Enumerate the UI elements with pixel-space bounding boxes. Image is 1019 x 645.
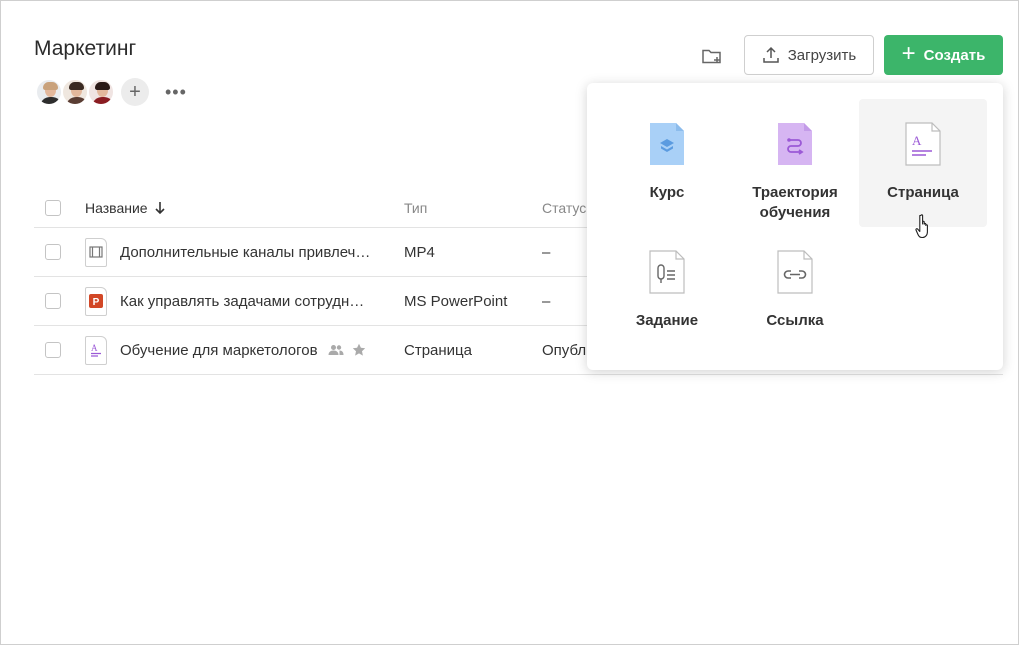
row-status: Опубл	[542, 341, 587, 359]
row-type: MP4	[404, 243, 435, 261]
avatar[interactable]	[87, 78, 115, 106]
column-type-header[interactable]: Тип	[404, 189, 427, 227]
row-name: Как управлять задачами сотрудн…	[120, 292, 365, 310]
star-icon[interactable]	[352, 343, 366, 357]
avatar[interactable]	[61, 78, 89, 106]
plus-icon: +	[901, 40, 916, 67]
avatar[interactable]	[35, 78, 63, 106]
row-name: Дополнительные каналы привлеч…	[120, 243, 371, 261]
page-file-icon: A	[85, 335, 107, 365]
upload-icon	[763, 46, 779, 63]
create-assignment-item[interactable]: Задание	[603, 227, 731, 355]
more-options-icon[interactable]: •••	[165, 82, 187, 103]
row-checkbox[interactable]	[45, 293, 61, 309]
learning-path-icon	[778, 123, 812, 165]
row-checkbox[interactable]	[45, 342, 61, 358]
row-status: –	[542, 243, 551, 261]
create-label: Создать	[923, 46, 986, 64]
svg-text:P: P	[93, 297, 100, 308]
link-icon	[777, 250, 813, 294]
svg-text:A: A	[91, 343, 98, 353]
shared-users-icon	[328, 345, 344, 355]
column-name-header[interactable]: Название	[85, 189, 166, 227]
column-status-header[interactable]: Статус	[542, 189, 586, 227]
sort-down-icon	[154, 202, 165, 215]
row-name: Обучение для маркетологов	[120, 341, 318, 359]
create-course-item[interactable]: Курс	[603, 99, 731, 227]
assignment-icon	[649, 250, 685, 294]
page-icon: A	[905, 122, 941, 166]
powerpoint-file-icon: P	[85, 286, 107, 316]
page-title: Маркетинг	[34, 37, 137, 60]
create-assignment-label: Задание	[635, 312, 699, 329]
create-link-label: Ссылка	[766, 312, 824, 329]
create-learning-path-item[interactable]: Траектория обучения	[731, 99, 859, 227]
create-page-item[interactable]: A Страница	[859, 99, 987, 227]
row-type: Страница	[404, 341, 472, 359]
members-bar: + •••	[35, 78, 187, 106]
upload-button[interactable]: Загрузить	[744, 35, 874, 75]
create-button[interactable]: + Создать	[884, 35, 1003, 75]
add-member-button[interactable]: +	[121, 78, 149, 106]
video-file-icon	[85, 237, 107, 267]
create-learning-path-label: Траектория обучения	[752, 184, 838, 221]
course-icon	[650, 123, 684, 165]
row-type: MS PowerPoint	[404, 292, 508, 310]
row-status: –	[542, 292, 551, 310]
app-window: Маркетинг + ••• Загрузить + Создать Назв…	[0, 0, 1019, 645]
create-menu: Курс Траектория обучения A Страница Зада…	[587, 83, 1003, 370]
create-page-label: Страница	[887, 184, 959, 201]
create-link-item[interactable]: Ссылка	[731, 227, 859, 355]
new-folder-icon[interactable]	[700, 44, 724, 68]
upload-label: Загрузить	[787, 46, 857, 64]
svg-text:A: A	[912, 133, 922, 148]
select-all-checkbox[interactable]	[45, 200, 61, 216]
hand-cursor-icon	[915, 214, 928, 239]
row-checkbox[interactable]	[45, 244, 61, 260]
create-course-label: Курс	[649, 184, 685, 201]
